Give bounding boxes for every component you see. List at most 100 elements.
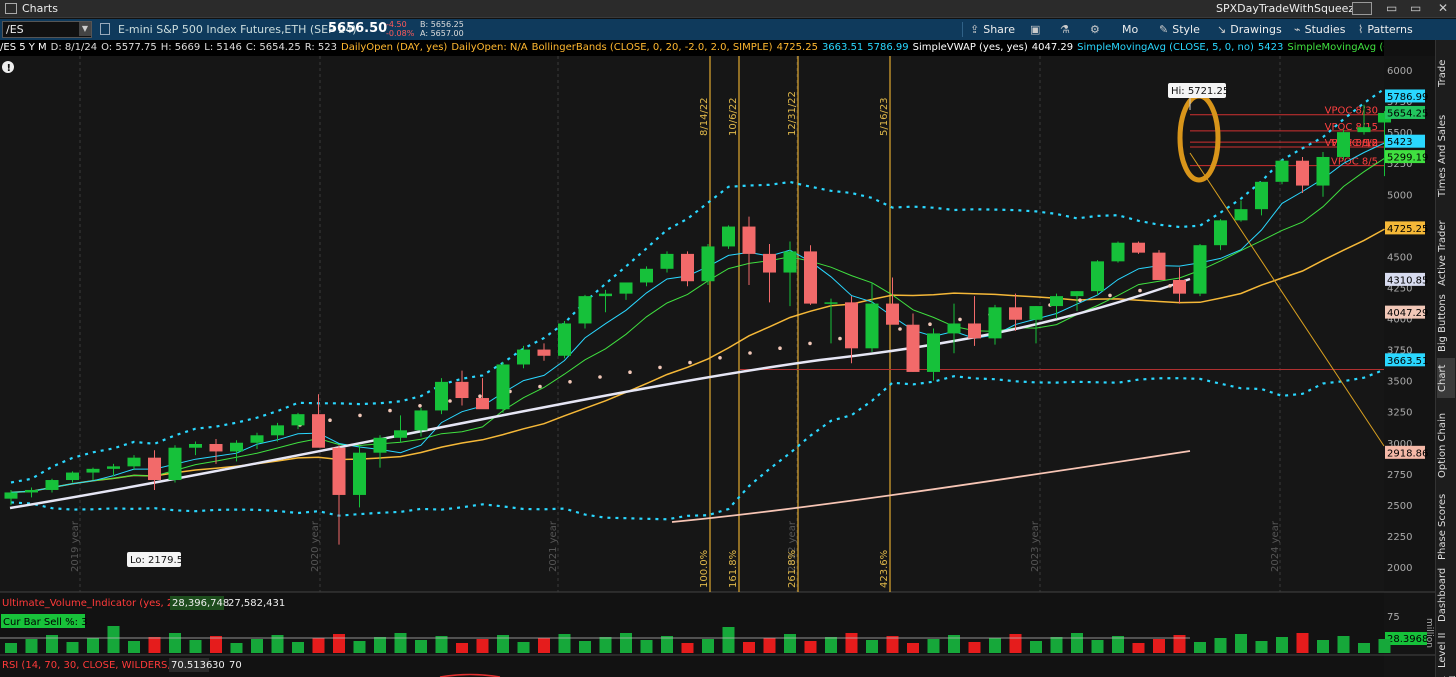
- year-label: 2019 year: [70, 520, 81, 572]
- volume-value-2: 27,582,431: [228, 598, 285, 609]
- vwap-dot: [328, 418, 332, 423]
- close-icon[interactable]: ✕: [1438, 1, 1448, 15]
- candle-up: [517, 349, 530, 365]
- patterns-button[interactable]: ⌇ Patterns: [1354, 21, 1417, 38]
- volume-bar: [1153, 639, 1165, 653]
- tab-option-chain[interactable]: Option Chain: [1437, 404, 1455, 486]
- volume-bar: [333, 634, 345, 653]
- drawings-label: Drawings: [1230, 23, 1282, 36]
- candle-up: [640, 268, 653, 283]
- volume-bar: [312, 638, 325, 653]
- window-mini-box[interactable]: [1352, 2, 1372, 15]
- vwap-dot: [568, 380, 572, 384]
- y-tick-label: 3250: [1387, 408, 1412, 419]
- volume-bar: [394, 633, 407, 653]
- volume-study-title: Ultimate_Volume_Indicator (yes, 20): [2, 598, 184, 609]
- tab-phase-scores[interactable]: Phase Scores: [1437, 492, 1455, 562]
- candle-down: [312, 414, 325, 448]
- volume-bar: [1296, 633, 1309, 653]
- share-button[interactable]: ⇪ Share: [966, 21, 1019, 38]
- chevron-down-icon[interactable]: ▼: [79, 22, 91, 36]
- flask-button[interactable]: ⚗: [1056, 21, 1078, 38]
- patterns-label: Patterns: [1367, 23, 1413, 36]
- candle-up: [1337, 132, 1350, 157]
- candle-up: [722, 226, 735, 247]
- tab-level-ii[interactable]: Level II: [1437, 628, 1455, 672]
- minimize-icon[interactable]: ▭: [1386, 1, 1397, 15]
- studies-button[interactable]: ⌁ Studies: [1290, 21, 1349, 38]
- price-axis-badge-label: 2918.86: [1387, 448, 1428, 459]
- volume-bar: [1194, 642, 1206, 653]
- volume-bar: [1009, 634, 1022, 653]
- fib-pct-label: 423.6%: [879, 550, 890, 588]
- candle-up: [291, 414, 305, 426]
- volume-unit-label: million: [1424, 618, 1434, 648]
- volume-bar: [661, 636, 673, 653]
- volume-bar: [538, 638, 550, 653]
- candle-up: [250, 435, 264, 443]
- price-chart[interactable]: 2019 year 2020 year 2021 year 2022 year 2023…: [0, 40, 1435, 677]
- volume-bar: [517, 642, 530, 653]
- volume-bar: [702, 639, 714, 653]
- vwap-dot: [928, 322, 932, 327]
- tab-active-trader[interactable]: Active Trader: [1437, 218, 1455, 288]
- studies-label: Studies: [1304, 23, 1346, 36]
- year-label: 2021 year: [548, 520, 559, 572]
- vwap-dot: [898, 327, 902, 331]
- vwap-dot: [418, 404, 422, 408]
- volume-bar: [620, 633, 632, 653]
- y-tick-label: 2500: [1387, 501, 1412, 512]
- price-axis-badge-label: 5654.25: [1387, 108, 1428, 119]
- volume-bar: [968, 642, 981, 653]
- fib-date-label: 5/16/23: [879, 97, 890, 136]
- y-tick-label: 4500: [1387, 252, 1412, 263]
- candle-up: [1070, 291, 1084, 297]
- fib-pct-label: 161.8%: [728, 550, 739, 588]
- tab-big-buttons[interactable]: Big Buttons: [1437, 294, 1455, 352]
- candle-down: [804, 251, 817, 304]
- price-axis-badge-label: 5423: [1387, 137, 1412, 148]
- volume-bar: [87, 638, 99, 653]
- candle-up: [127, 457, 141, 467]
- y-tick-label: 5000: [1387, 190, 1412, 201]
- vwap-dot: [628, 370, 632, 375]
- candle-up: [1255, 181, 1268, 210]
- vpoc-label: VPOC 8/5: [1331, 157, 1378, 168]
- candle-up: [4, 492, 18, 499]
- volume-bar: [866, 640, 878, 653]
- candle-up: [660, 253, 674, 269]
- change-percent: -0.08%: [386, 29, 415, 38]
- candle-down: [1173, 279, 1186, 294]
- tab-chart[interactable]: Chart: [1437, 358, 1455, 398]
- maximize-icon[interactable]: ▭: [1410, 1, 1421, 15]
- settings-button[interactable]: ⚙: [1086, 21, 1108, 38]
- year-label: 2020 year: [310, 520, 321, 572]
- vwap-dot: [718, 356, 722, 360]
- volume-bar: [353, 641, 366, 653]
- volume-bar: [25, 639, 38, 653]
- candle-down: [209, 443, 223, 452]
- charts-window-icon: [5, 3, 17, 14]
- candle-down: [742, 226, 756, 254]
- candle-down: [537, 349, 551, 356]
- y-tick-label: 3500: [1387, 377, 1412, 388]
- candle-up: [271, 425, 284, 436]
- style-button[interactable]: ✎ Style: [1155, 21, 1204, 38]
- drawings-button[interactable]: ↘ Drawings: [1213, 21, 1286, 38]
- price-change: -4.50 -0.08%: [386, 20, 414, 38]
- camera-icon: ▣: [1030, 23, 1041, 36]
- tab-trade[interactable]: Trade: [1437, 48, 1455, 98]
- year-label: 2024 year: [1270, 520, 1281, 572]
- bid-ask: B: 5656.25 A: 5657.00: [420, 20, 464, 38]
- tab-dashboard[interactable]: Dashboard: [1437, 566, 1455, 624]
- volume-bar: [763, 638, 776, 653]
- snapshot-button[interactable]: ▣: [1026, 21, 1048, 38]
- timeframe-label: Mo: [1122, 23, 1139, 36]
- tab-times-and-sales[interactable]: Times And Sales: [1437, 100, 1455, 212]
- volume-bar: [107, 626, 120, 653]
- y-tick-label: 2750: [1387, 470, 1412, 481]
- timeframe-button[interactable]: Mo: [1118, 21, 1142, 38]
- volume-bar: [66, 642, 79, 653]
- candle-down: [763, 253, 776, 273]
- candle-down: [1296, 160, 1309, 186]
